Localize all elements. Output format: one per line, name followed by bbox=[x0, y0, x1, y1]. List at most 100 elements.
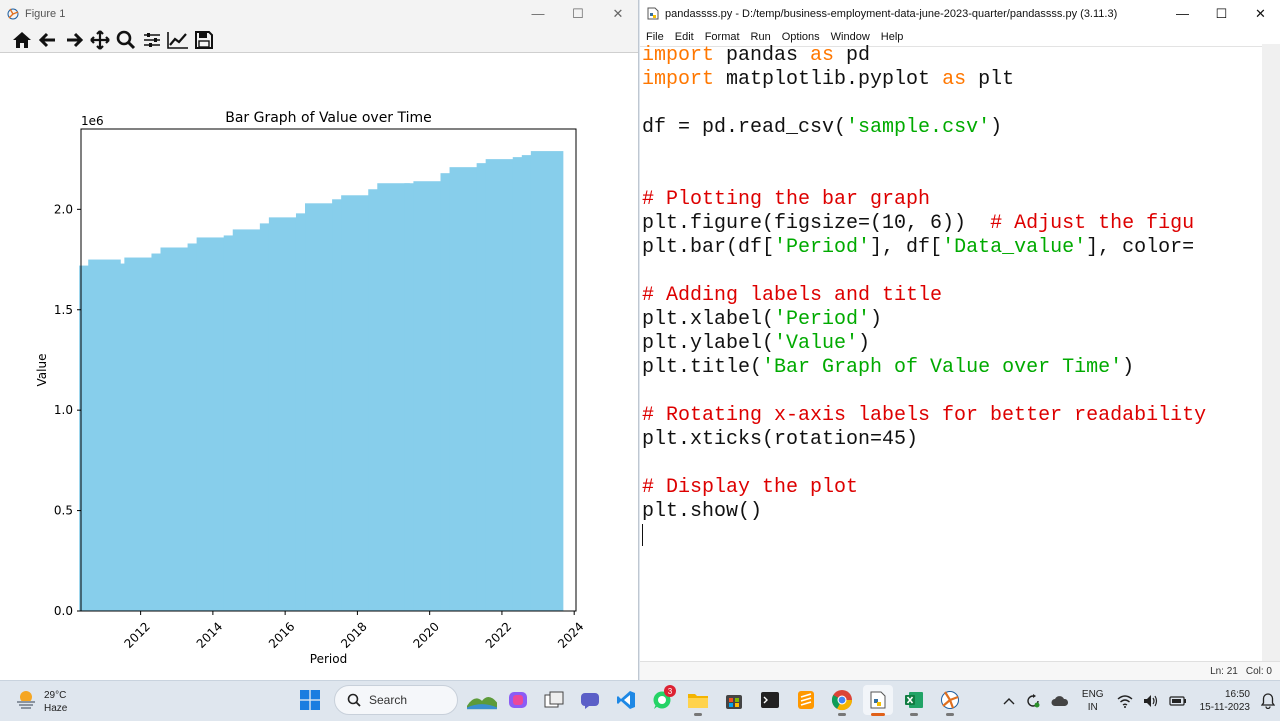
minimize-button[interactable]: — bbox=[518, 0, 558, 27]
x-tick-label: 2014 bbox=[194, 619, 225, 650]
close-button[interactable]: ✕ bbox=[598, 0, 638, 27]
y-tick-label: 0.5 bbox=[54, 504, 73, 518]
edit-axis-icon[interactable] bbox=[165, 27, 191, 52]
code-line-1: import pandas as pd bbox=[642, 44, 871, 67]
y-tick-label: 1.0 bbox=[54, 403, 73, 417]
volume-icon[interactable] bbox=[1143, 694, 1159, 708]
y-ticks: 0.0 0.5 1.0 1.5 2.0 bbox=[54, 202, 81, 618]
figure-toolbar bbox=[0, 27, 638, 53]
system-tray: ENG IN 16:50 15-11-2023 bbox=[998, 681, 1280, 721]
menu-options[interactable]: Options bbox=[776, 31, 825, 43]
sublime-text-icon[interactable] bbox=[791, 685, 821, 715]
excel-icon[interactable] bbox=[899, 685, 929, 716]
notification-bell-icon[interactable] bbox=[1261, 693, 1275, 709]
clock-date: 15-11-2023 bbox=[1199, 702, 1250, 713]
store-icon[interactable] bbox=[719, 685, 749, 715]
code-line-20: plt.show() bbox=[642, 500, 763, 523]
whatsapp-badge: 3 bbox=[664, 685, 676, 697]
menu-format[interactable]: Format bbox=[699, 31, 745, 43]
code-line-9: plt.bar(df['Period'], df['Data_value'], … bbox=[642, 236, 1195, 259]
clock[interactable]: 16:50 15-11-2023 bbox=[1200, 688, 1250, 714]
x-tick-label: 2020 bbox=[411, 619, 442, 650]
x-ticks: 2012 2014 2016 2018 2020 2022 2024 bbox=[121, 611, 587, 651]
code-line-8: plt.figure(figsize=(10, 6)) # Adjust the… bbox=[642, 212, 1195, 235]
x-tick-label: 2012 bbox=[121, 619, 152, 650]
menu-file[interactable]: File bbox=[640, 31, 669, 43]
taskbar-search[interactable]: Search bbox=[334, 685, 458, 715]
code-line-7: # Plotting the bar graph bbox=[642, 188, 931, 211]
weather-desc: Haze bbox=[44, 702, 68, 714]
back-icon[interactable] bbox=[35, 27, 61, 52]
weather-haze-icon bbox=[14, 687, 38, 716]
figure-title: Figure 1 bbox=[25, 7, 66, 20]
editor-titlebar: pandassss.py - D:/temp/business-employme… bbox=[640, 0, 1280, 27]
y-tick-label: 1.5 bbox=[54, 303, 73, 317]
code-line-13: plt.ylabel('Value') bbox=[642, 332, 871, 355]
chevron-up-icon[interactable] bbox=[1003, 697, 1015, 705]
vertical-scrollbar[interactable] bbox=[1262, 44, 1280, 661]
line-number: Ln: 21 bbox=[1210, 665, 1238, 677]
onedrive-icon[interactable] bbox=[1051, 695, 1069, 707]
y-axis-label: Value bbox=[35, 354, 49, 387]
clock-time: 16:50 bbox=[1224, 689, 1250, 700]
y-offset-label: 1e6 bbox=[81, 114, 104, 128]
menu-window[interactable]: Window bbox=[825, 31, 875, 43]
maximize-button[interactable]: ☐ bbox=[558, 0, 598, 27]
chart-title: Bar Graph of Value over Time bbox=[225, 110, 432, 126]
battery-icon[interactable] bbox=[1168, 695, 1187, 707]
code-editor[interactable]: import pandas as pd import matplotlib.pyp… bbox=[642, 44, 1260, 661]
plot-area: 2012 2014 2016 2018 2020 2022 2024 0.0 0.5 1.0 1.… bbox=[0, 53, 638, 680]
matplotlib-figure-icon[interactable] bbox=[935, 685, 965, 716]
menu-edit[interactable]: Edit bbox=[669, 31, 699, 43]
code-line-21 bbox=[642, 524, 1260, 548]
start-button[interactable] bbox=[295, 685, 325, 715]
chrome-icon[interactable] bbox=[827, 685, 857, 716]
vscode-icon[interactable] bbox=[611, 685, 641, 715]
figure-window: Figure 1 — ☐ ✕ 2012 2014 2016 2018 2020 2022 2… bbox=[0, 0, 639, 680]
code-line-14: plt.title('Bar Graph of Value over Time'… bbox=[642, 356, 1135, 379]
x-tick-label: 2024 bbox=[555, 619, 586, 650]
configure-subplots-icon[interactable] bbox=[139, 27, 165, 52]
text-cursor bbox=[642, 524, 643, 546]
maximize-button[interactable]: ☐ bbox=[1202, 0, 1241, 27]
widget-landscape-icon[interactable] bbox=[467, 685, 497, 715]
bar bbox=[530, 151, 564, 611]
language-indicator[interactable]: ENG IN bbox=[1082, 688, 1104, 714]
weather-temp: 29°C bbox=[44, 689, 67, 701]
teams-chat-icon[interactable] bbox=[575, 685, 605, 715]
bar-chart: 2012 2014 2016 2018 2020 2022 2024 0.0 0.5 1.0 1.… bbox=[35, 110, 587, 666]
search-icon bbox=[347, 693, 361, 707]
y-tick-label: 0.0 bbox=[54, 604, 73, 618]
task-view-icon[interactable] bbox=[539, 685, 569, 715]
editor-title: pandassss.py - D:/temp/business-employme… bbox=[665, 7, 1118, 20]
weather-widget[interactable]: 29°C Haze bbox=[14, 687, 67, 716]
home-icon[interactable] bbox=[9, 27, 35, 52]
x-axis-label: Period bbox=[310, 652, 347, 666]
column-number: Col: 0 bbox=[1245, 665, 1272, 677]
wifi-icon[interactable] bbox=[1117, 694, 1133, 708]
minimize-button[interactable]: — bbox=[1163, 0, 1202, 27]
matplotlib-icon bbox=[7, 8, 19, 20]
code-line-12: plt.xlabel('Period') bbox=[642, 308, 883, 331]
x-tick-label: 2016 bbox=[266, 619, 297, 650]
menu-help[interactable]: Help bbox=[875, 31, 909, 43]
close-button[interactable]: ✕ bbox=[1241, 0, 1280, 27]
menu-run[interactable]: Run bbox=[745, 31, 776, 43]
forward-icon[interactable] bbox=[61, 27, 87, 52]
file-explorer-icon[interactable] bbox=[683, 685, 713, 716]
code-line-2: import matplotlib.pyplot as plt bbox=[642, 68, 1015, 91]
x-tick-label: 2022 bbox=[483, 619, 514, 650]
code-line-16: # Rotating x-axis labels for better read… bbox=[642, 404, 1207, 427]
code-line-11: # Adding labels and title bbox=[642, 284, 943, 307]
code-line-17: plt.xticks(rotation=45) bbox=[642, 428, 919, 451]
windows-logo-icon bbox=[300, 690, 320, 710]
sync-icon[interactable] bbox=[1025, 693, 1041, 709]
whatsapp-icon[interactable]: 3 bbox=[647, 685, 677, 715]
code-line-4: df = pd.read_csv('sample.csv') bbox=[642, 116, 1003, 139]
terminal-icon[interactable] bbox=[755, 685, 785, 715]
zoom-icon[interactable] bbox=[113, 27, 139, 52]
pan-icon[interactable] bbox=[87, 27, 113, 52]
idle-icon[interactable] bbox=[863, 685, 893, 716]
copilot-icon[interactable] bbox=[503, 685, 533, 715]
save-icon[interactable] bbox=[191, 27, 217, 52]
